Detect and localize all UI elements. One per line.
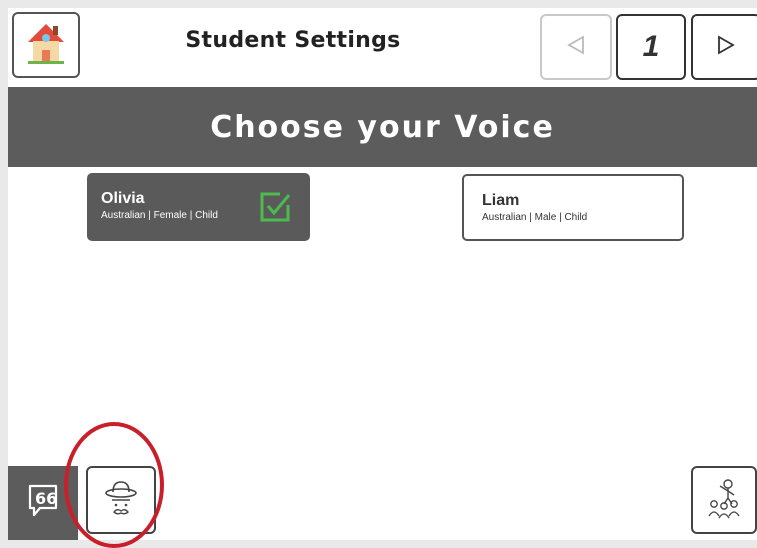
page-title: Student Settings bbox=[185, 28, 401, 53]
home-button[interactable] bbox=[12, 12, 80, 78]
section-banner: Choose your Voice bbox=[8, 87, 757, 167]
next-page-button[interactable] bbox=[691, 14, 757, 80]
speech-bubble-icon: 66 bbox=[26, 483, 60, 524]
page-number[interactable]: 1 bbox=[616, 14, 686, 80]
voice-name: Liam bbox=[482, 192, 520, 209]
house-icon bbox=[24, 20, 68, 71]
highlight-annotation-circle bbox=[64, 422, 164, 548]
group-settings-button[interactable] bbox=[691, 466, 757, 534]
svg-text:66: 66 bbox=[35, 489, 57, 508]
triangle-right-icon bbox=[715, 34, 737, 61]
checkmark-icon bbox=[258, 190, 292, 229]
previous-page-button[interactable] bbox=[540, 14, 612, 80]
voice-description: Australian | Male | Child bbox=[482, 212, 588, 223]
group-people-icon bbox=[704, 476, 744, 525]
voice-card-olivia[interactable]: Olivia Australian | Female | Child bbox=[87, 173, 310, 241]
triangle-left-icon bbox=[565, 34, 587, 61]
voice-card-liam[interactable]: Liam Australian | Male | Child bbox=[462, 174, 684, 241]
